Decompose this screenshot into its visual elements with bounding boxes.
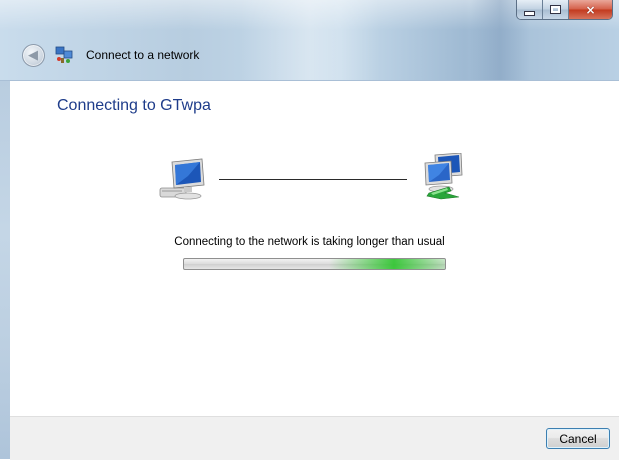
progress-bar	[183, 258, 446, 270]
content-area	[10, 81, 619, 416]
title-bar: × ◀ Connect to a network	[0, 0, 619, 81]
back-arrow-icon: ◀	[28, 47, 38, 63]
minimize-button[interactable]	[517, 0, 543, 19]
close-button[interactable]: ×	[569, 0, 612, 19]
minimize-icon	[524, 10, 535, 16]
network-icon	[55, 46, 73, 63]
window-title: Connect to a network	[86, 48, 200, 62]
footer-bar	[10, 416, 619, 460]
progress-marquee	[329, 259, 445, 269]
back-button[interactable]: ◀	[22, 43, 45, 67]
close-icon: ×	[585, 2, 596, 17]
maximize-button[interactable]	[543, 0, 569, 19]
network-computers-icon	[424, 153, 463, 200]
page-heading: Connecting to GTwpa	[57, 97, 211, 114]
computer-icon	[159, 158, 205, 200]
maximize-icon	[550, 5, 561, 14]
connection-line	[219, 179, 407, 180]
cancel-button[interactable]: Cancel	[546, 428, 610, 449]
status-message: Connecting to the network is taking long…	[174, 236, 445, 248]
navigation-row: ◀ Connect to a network	[0, 38, 619, 72]
caption-buttons: ×	[516, 0, 613, 20]
